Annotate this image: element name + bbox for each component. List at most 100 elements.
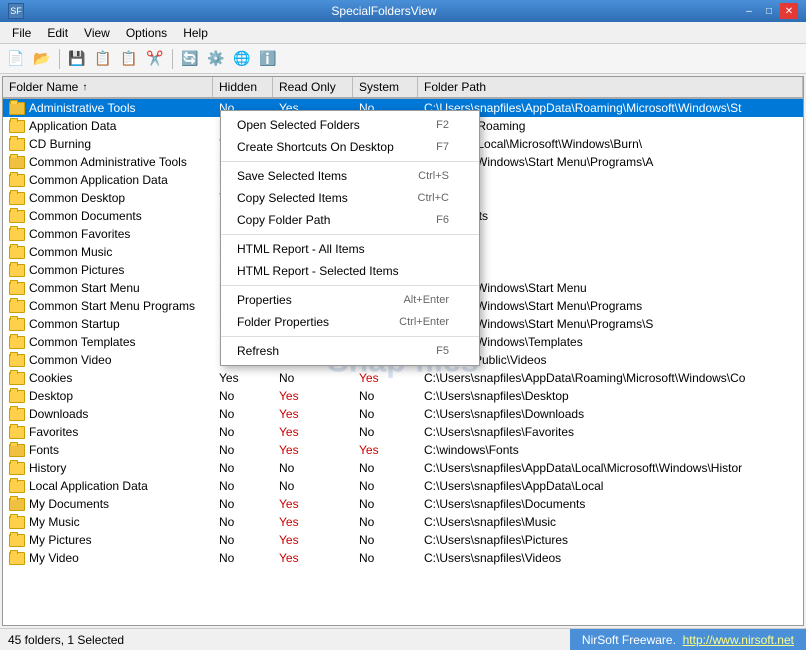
toolbar-sep-2	[172, 49, 173, 69]
folder-icon	[9, 318, 25, 331]
cell-hidden: No	[213, 387, 273, 405]
folder-icon	[9, 300, 25, 313]
context-menu-item[interactable]: PropertiesAlt+Enter	[221, 289, 479, 311]
table-row[interactable]: Desktop No Yes No C:\Users\snapfiles\Des…	[3, 387, 803, 405]
context-menu-item[interactable]: Save Selected ItemsCtrl+S	[221, 165, 479, 187]
context-menu-item[interactable]: HTML Report - Selected Items	[221, 260, 479, 282]
table-row[interactable]: Local Application Data No No No C:\Users…	[3, 477, 803, 495]
header-readonly[interactable]: Read Only	[273, 77, 353, 97]
cell-readonly: Yes	[273, 549, 353, 567]
toolbar-copy[interactable]: 📋	[91, 47, 115, 71]
minimize-button[interactable]: –	[740, 3, 758, 19]
cell-readonly: Yes	[273, 531, 353, 549]
context-menu-separator	[221, 336, 479, 337]
table-row[interactable]: My Documents No Yes No C:\Users\snapfile…	[3, 495, 803, 513]
cell-folder-name: Application Data	[3, 117, 213, 135]
table-row[interactable]: Fonts No Yes Yes C:\windows\Fonts	[3, 441, 803, 459]
cell-hidden: No	[213, 405, 273, 423]
toolbar-properties[interactable]: ⚙️	[204, 47, 228, 71]
cell-folder-name: History	[3, 459, 213, 477]
toolbar-refresh[interactable]: 🔄	[178, 47, 202, 71]
nirsoft-link[interactable]: http://www.nirsoft.net	[683, 633, 794, 647]
context-menu-shortcut: F6	[436, 214, 449, 226]
table-row[interactable]: My Pictures No Yes No C:\Users\snapfiles…	[3, 531, 803, 549]
folder-icon	[9, 498, 25, 511]
context-menu-item[interactable]: Open Selected Folders F2	[221, 114, 479, 136]
context-menu-item-label: HTML Report - Selected Items	[237, 264, 399, 278]
cell-folder-name: My Pictures	[3, 531, 213, 549]
maximize-button[interactable]: □	[760, 3, 778, 19]
cell-folder-name: Favorites	[3, 423, 213, 441]
cell-readonly: No	[273, 369, 353, 387]
table-row[interactable]: Favorites No Yes No C:\Users\snapfiles\F…	[3, 423, 803, 441]
folder-icon	[9, 264, 25, 277]
table-row[interactable]: My Music No Yes No C:\Users\snapfiles\Mu…	[3, 513, 803, 531]
table-row[interactable]: Downloads No Yes No C:\Users\snapfiles\D…	[3, 405, 803, 423]
context-menu-shortcut: F7	[436, 141, 449, 153]
table-row[interactable]: Cookies Yes No Yes C:\Users\snapfiles\Ap…	[3, 369, 803, 387]
header-path[interactable]: Folder Path	[418, 77, 803, 97]
context-menu-item[interactable]: Copy Folder Path F6	[221, 209, 479, 231]
folder-icon	[9, 354, 25, 367]
context-menu-item[interactable]: Folder PropertiesCtrl+Enter	[221, 311, 479, 333]
context-menu-item[interactable]: HTML Report - All Items	[221, 238, 479, 260]
table-row[interactable]: History No No No C:\Users\snapfiles\AppD…	[3, 459, 803, 477]
toolbar: 📄 📂 💾 📋 📋 ✂️ 🔄 ⚙️ 🌐 ℹ️	[0, 44, 806, 74]
context-menu-item[interactable]: Create Shortcuts On DesktopF7	[221, 136, 479, 158]
folder-icon	[9, 516, 25, 529]
context-menu-item-label: Copy Folder Path	[237, 213, 330, 227]
menu-edit[interactable]: Edit	[39, 24, 76, 42]
cell-folder-name: My Video	[3, 549, 213, 567]
context-menu-item-label: Open Selected Folders	[237, 118, 360, 132]
cell-folder-name: Common Favorites	[3, 225, 213, 243]
context-menu-item-label: Copy Selected Items	[237, 191, 348, 205]
folder-icon	[9, 282, 25, 295]
context-menu-item[interactable]: Copy Selected ItemsCtrl+C	[221, 187, 479, 209]
toolbar-cut[interactable]: ✂️	[143, 47, 167, 71]
cell-system: No	[353, 387, 418, 405]
toolbar-about[interactable]: ℹ️	[256, 47, 280, 71]
folder-icon	[9, 138, 25, 151]
cell-folder-name: Downloads	[3, 405, 213, 423]
folder-icon	[9, 120, 25, 133]
context-menu-item[interactable]: RefreshF5	[221, 340, 479, 362]
menu-view[interactable]: View	[76, 24, 118, 42]
header-system[interactable]: System	[353, 77, 418, 97]
folder-icon	[9, 174, 25, 187]
menu-options[interactable]: Options	[118, 24, 175, 42]
cell-folder-name: Common Desktop	[3, 189, 213, 207]
cell-folder-name: Administrative Tools	[3, 99, 213, 117]
cell-path: C:\Users\snapfiles\Videos	[418, 549, 803, 567]
toolbar-paste[interactable]: 📋	[117, 47, 141, 71]
menu-file[interactable]: File	[4, 24, 39, 42]
toolbar-save[interactable]: 💾	[65, 47, 89, 71]
cell-readonly: Yes	[273, 387, 353, 405]
cell-system: No	[353, 495, 418, 513]
cell-system: No	[353, 405, 418, 423]
cell-hidden: No	[213, 513, 273, 531]
cell-folder-name: Fonts	[3, 441, 213, 459]
cell-folder-name: My Music	[3, 513, 213, 531]
cell-path: C:\Users\snapfiles\Desktop	[418, 387, 803, 405]
context-menu-shortcut: F2	[436, 119, 449, 131]
header-hidden[interactable]: Hidden	[213, 77, 273, 97]
cell-system: No	[353, 477, 418, 495]
table-row[interactable]: My Video No Yes No C:\Users\snapfiles\Vi…	[3, 549, 803, 567]
cell-path: C:\Users\snapfiles\Downloads	[418, 405, 803, 423]
toolbar-html[interactable]: 🌐	[230, 47, 254, 71]
toolbar-open[interactable]: 📂	[30, 47, 54, 71]
header-folder-name[interactable]: Folder Name ↑	[3, 77, 213, 97]
folder-icon	[9, 372, 25, 385]
close-button[interactable]: ✕	[780, 3, 798, 19]
toolbar-new[interactable]: 📄	[4, 47, 28, 71]
cell-hidden: No	[213, 423, 273, 441]
context-menu-shortcut: F5	[436, 345, 449, 357]
folder-icon	[9, 426, 25, 439]
folder-icon	[9, 336, 25, 349]
context-menu-shortcut: Ctrl+S	[418, 170, 449, 182]
menu-help[interactable]: Help	[175, 24, 216, 42]
cell-hidden: No	[213, 477, 273, 495]
cell-path: C:\Users\snapfiles\Documents	[418, 495, 803, 513]
cell-hidden: No	[213, 531, 273, 549]
cell-hidden: No	[213, 459, 273, 477]
